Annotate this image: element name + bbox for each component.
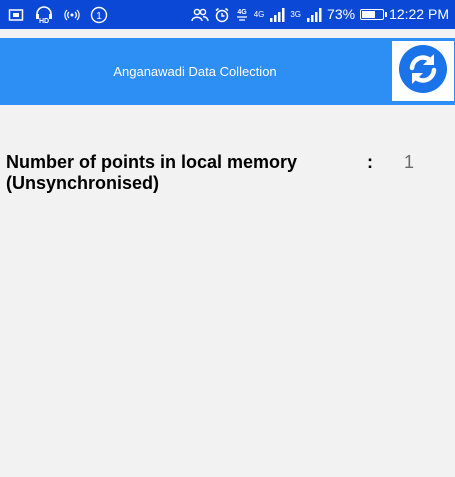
- status-bar: HD 1 4G 4G 3G 73% 12:22 PM: [0, 0, 455, 29]
- sync-icon: [398, 44, 448, 99]
- status-bar-right: 4G 4G 3G 73% 12:22 PM: [190, 0, 449, 29]
- points-separator: :: [367, 152, 373, 172]
- screenshot-icon: [8, 7, 24, 23]
- status-bar-left: HD 1: [8, 0, 108, 29]
- battery-percent: 73%: [327, 6, 356, 22]
- battery-icon: [360, 9, 388, 20]
- sync-button[interactable]: [392, 41, 454, 101]
- signal-3g-icon: [306, 7, 322, 23]
- clock: 12:22 PM: [389, 6, 449, 22]
- points-value: 1: [404, 152, 415, 172]
- alarm-icon: [214, 7, 230, 23]
- notification-count: 1: [96, 11, 102, 22]
- points-label: Number of points in local memory (Unsync…: [6, 152, 298, 193]
- signal-4g-icon: [269, 7, 285, 23]
- app-bar: Anganawadi Data Collection: [0, 38, 455, 105]
- notification-count-icon: 1: [90, 6, 108, 24]
- app-title: Anganawadi Data Collection: [113, 64, 277, 79]
- hd-voice-icon: HD: [34, 5, 54, 24]
- svg-text:HD: HD: [39, 18, 49, 24]
- contacts-sync-icon: [190, 8, 209, 22]
- svg-text:4G: 4G: [237, 9, 247, 16]
- volte-icon: 4G: [235, 7, 249, 23]
- network-type-3g: 3G: [290, 10, 302, 19]
- battery-fill: [362, 11, 376, 18]
- network-type-4g: 4G: [253, 10, 265, 19]
- hotspot-icon: [64, 8, 80, 22]
